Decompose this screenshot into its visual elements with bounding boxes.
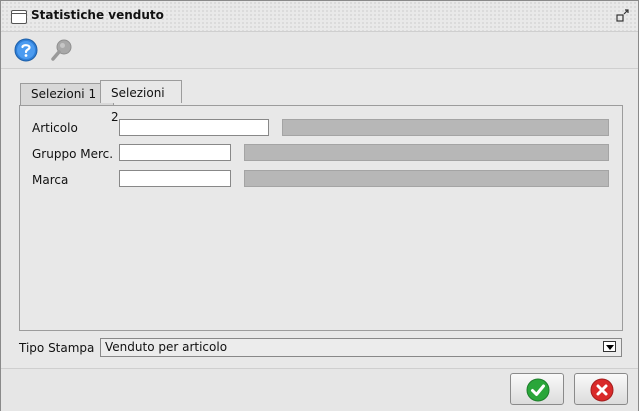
- restore-icon[interactable]: [616, 8, 630, 22]
- chevron-down-icon[interactable]: [603, 341, 616, 352]
- tab-selezioni-2[interactable]: Selezioni 2: [100, 80, 182, 124]
- window-title: Statistiche venduto: [31, 8, 164, 22]
- tab-label: Selezioni 1: [31, 87, 97, 101]
- cancel-button[interactable]: [574, 373, 628, 405]
- articolo-description: [282, 119, 609, 136]
- tipo-stampa-value: Venduto per articolo: [105, 340, 228, 354]
- marca-input[interactable]: [119, 170, 231, 187]
- title-bar[interactable]: Statistiche venduto: [1, 1, 638, 32]
- gruppo-merc-input[interactable]: [119, 144, 231, 161]
- tab-panel: Articolo Gruppo Merc. Marca: [19, 105, 623, 331]
- marca-label: Marca: [32, 173, 69, 187]
- search-icon[interactable]: [50, 38, 74, 62]
- tipo-stampa-label: Tipo Stampa: [19, 341, 95, 355]
- ok-button[interactable]: [510, 373, 564, 405]
- button-bar: [1, 368, 638, 411]
- window-icon: [11, 10, 27, 24]
- help-icon[interactable]: [14, 38, 38, 62]
- gruppo-merc-label: Gruppo Merc.: [32, 147, 114, 161]
- gruppo-merc-description: [244, 144, 609, 161]
- tipo-stampa-select[interactable]: Venduto per articolo: [100, 338, 622, 357]
- articolo-input[interactable]: [119, 119, 269, 136]
- marca-description: [244, 170, 609, 187]
- articolo-label: Articolo: [32, 121, 78, 135]
- check-icon: [526, 378, 550, 402]
- dialog-window: Statistiche venduto Selezioni 1 Selezion…: [0, 0, 639, 411]
- close-icon: [590, 378, 614, 402]
- toolbar: [1, 32, 638, 69]
